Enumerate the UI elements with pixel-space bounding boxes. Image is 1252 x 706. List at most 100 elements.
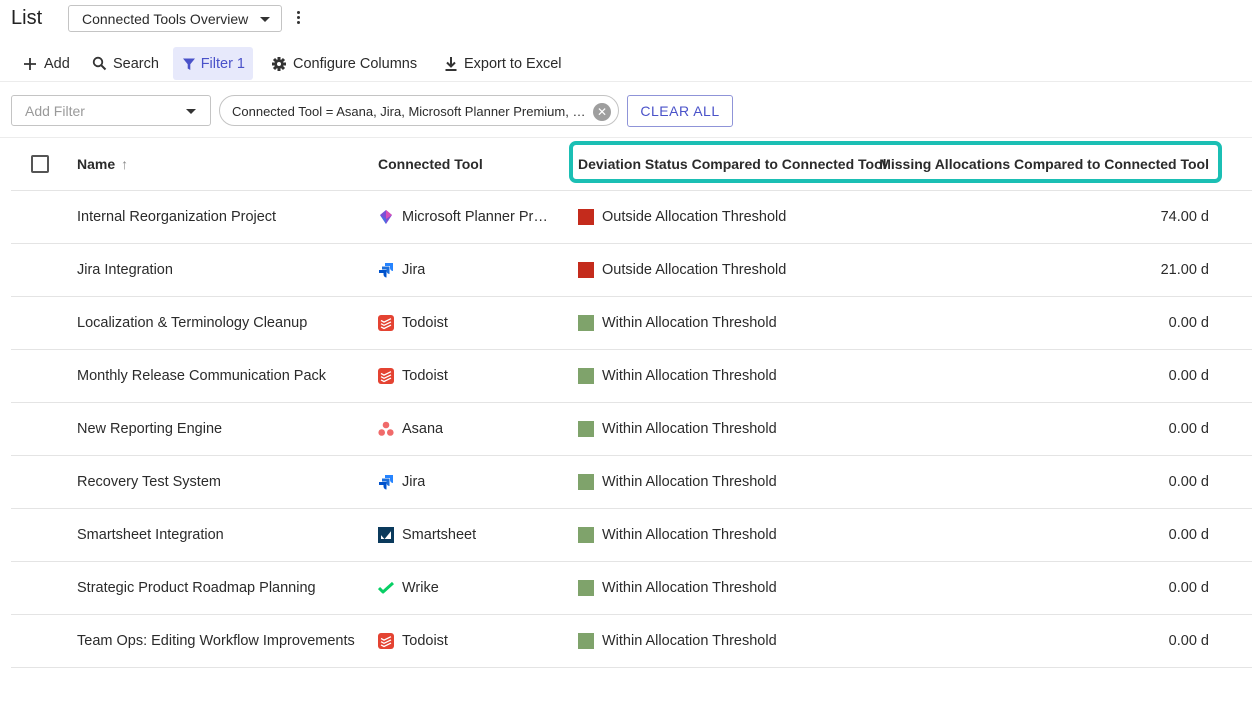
row-deviation-status: Within Allocation Threshold [578, 527, 777, 543]
row-deviation-status-label: Outside Allocation Threshold [602, 209, 787, 225]
column-header-name-label: Name [77, 156, 116, 172]
row-connected-tool: Microsoft Planner Premium [378, 209, 554, 225]
configure-columns-button[interactable]: Configure Columns [263, 47, 425, 80]
row-name[interactable]: New Reporting Engine [77, 421, 222, 437]
status-swatch [578, 474, 594, 490]
row-deviation-status-label: Within Allocation Threshold [602, 421, 777, 437]
status-swatch [578, 580, 594, 596]
status-swatch [578, 527, 594, 543]
row-connected-tool-label: Jira [402, 262, 426, 278]
close-icon[interactable]: ✕ [593, 103, 611, 121]
row-deviation-status-label: Within Allocation Threshold [602, 580, 777, 596]
row-connected-tool-label: Microsoft Planner Premium [402, 209, 554, 225]
jira-icon [378, 474, 394, 490]
row-deviation-status: Outside Allocation Threshold [578, 209, 786, 225]
table-row[interactable]: Jira Integration Jira Outside Allocation… [11, 244, 1252, 297]
table-row[interactable]: New Reporting Engine Asana Within Alloca… [11, 403, 1252, 456]
row-name[interactable]: Smartsheet Integration [77, 527, 224, 543]
export-excel-button[interactable]: Export to Excel [435, 47, 570, 80]
row-missing-allocations: 0.00 d [1168, 315, 1209, 331]
row-deviation-status-label: Within Allocation Threshold [602, 633, 777, 649]
filter-button-label: Filter [200, 55, 233, 72]
row-name[interactable]: Team Ops: Editing Workflow Improvements [77, 633, 355, 649]
table-body: Internal Reorganization Project Microsof… [11, 191, 1252, 668]
row-name[interactable]: Monthly Release Communication Pack [77, 368, 326, 384]
row-deviation-status-label: Outside Allocation Threshold [602, 262, 787, 278]
more-options-icon[interactable] [290, 10, 306, 28]
row-missing-allocations: 0.00 d [1168, 527, 1209, 543]
search-button[interactable]: Search [83, 47, 167, 80]
filter-chip-connected-tool[interactable]: Connected Tool = Asana, Jira, Microsoft … [219, 95, 619, 126]
row-missing-allocations: 21.00 d [1160, 262, 1209, 278]
table-row[interactable]: Monthly Release Communication Pack Todoi… [11, 350, 1252, 403]
row-connected-tool: Jira [378, 262, 425, 278]
row-connected-tool-label: Wrike [402, 580, 439, 596]
row-connected-tool-label: Asana [402, 421, 444, 437]
sort-ascending-icon[interactable]: ↑ [121, 156, 128, 172]
row-connected-tool: Todoist [378, 368, 448, 384]
row-name[interactable]: Recovery Test System [77, 474, 221, 490]
chevron-down-icon [260, 17, 270, 22]
data-table: Name ↑ Connected Tool Deviation Status Co… [11, 138, 1252, 668]
view-selector-label: Connected Tools Overview [82, 11, 249, 27]
row-deviation-status: Within Allocation Threshold [578, 580, 777, 596]
row-connected-tool-label: Todoist [402, 633, 448, 649]
todoist-icon [378, 368, 394, 384]
table-row[interactable]: Smartsheet Integration Smartsheet Within… [11, 509, 1252, 562]
table-header: Name ↑ Connected Tool Deviation Status Co… [11, 138, 1252, 191]
todoist-icon [378, 315, 394, 331]
status-swatch [578, 633, 594, 649]
chevron-down-icon [186, 109, 196, 114]
row-deviation-status: Within Allocation Threshold [578, 315, 777, 331]
row-name[interactable]: Internal Reorganization Project [77, 209, 276, 225]
row-deviation-status-label: Within Allocation Threshold [602, 527, 777, 543]
clear-all-button[interactable]: CLEAR ALL [627, 95, 733, 127]
table-row[interactable]: Team Ops: Editing Workflow Improvements … [11, 615, 1252, 668]
row-missing-allocations: 0.00 d [1168, 633, 1209, 649]
row-connected-tool-label: Smartsheet [402, 527, 477, 543]
smartsheet-icon [378, 527, 394, 543]
view-selector[interactable]: Connected Tools Overview [68, 5, 282, 32]
gear-icon [271, 56, 287, 72]
column-header-connected-tool[interactable]: Connected Tool [378, 156, 483, 172]
row-deviation-status-label: Within Allocation Threshold [602, 368, 777, 384]
table-row[interactable]: Localization & Terminology Cleanup Todoi… [11, 297, 1252, 350]
table-row[interactable]: Recovery Test System Jira Within Allocat… [11, 456, 1252, 509]
row-deviation-status: Within Allocation Threshold [578, 421, 777, 437]
status-swatch [578, 315, 594, 331]
row-connected-tool: Jira [378, 474, 425, 490]
add-filter-dropdown[interactable]: Add Filter [11, 95, 211, 126]
filter-count-badge: 1 [236, 55, 245, 72]
add-filter-placeholder: Add Filter [25, 103, 85, 119]
row-name[interactable]: Jira Integration [77, 262, 173, 278]
plus-icon [22, 56, 38, 72]
status-swatch [578, 368, 594, 384]
row-connected-tool-label: Todoist [402, 315, 448, 331]
row-name[interactable]: Strategic Product Roadmap Planning [77, 580, 316, 596]
configure-columns-label: Configure Columns [293, 55, 418, 72]
add-button-label: Add [44, 55, 70, 72]
add-button[interactable]: Add [14, 47, 78, 80]
table-row[interactable]: Strategic Product Roadmap Planning Wrike… [11, 562, 1252, 615]
row-missing-allocations: 0.00 d [1168, 421, 1209, 437]
table-row[interactable]: Internal Reorganization Project Microsof… [11, 191, 1252, 244]
row-name[interactable]: Localization & Terminology Cleanup [77, 315, 307, 331]
filter-bar: Add Filter Connected Tool = Asana, Jira,… [0, 88, 1252, 138]
filter-button[interactable]: Filter 1 [173, 47, 253, 80]
jira-icon [378, 262, 394, 278]
download-icon [443, 56, 459, 72]
row-connected-tool: Todoist [378, 633, 448, 649]
highlight-annotation [569, 141, 1222, 183]
row-deviation-status-label: Within Allocation Threshold [602, 474, 777, 490]
row-deviation-status: Within Allocation Threshold [578, 633, 777, 649]
row-missing-allocations: 0.00 d [1168, 580, 1209, 596]
export-excel-label: Export to Excel [464, 55, 562, 72]
row-connected-tool: Asana [378, 421, 443, 437]
select-all-checkbox[interactable] [31, 155, 49, 173]
search-button-label: Search [113, 55, 159, 72]
row-missing-allocations: 0.00 d [1168, 368, 1209, 384]
row-deviation-status-label: Within Allocation Threshold [602, 315, 777, 331]
title-bar: List Connected Tools Overview [0, 0, 1252, 40]
status-swatch [578, 209, 594, 225]
column-header-name[interactable]: Name ↑ [77, 156, 128, 172]
